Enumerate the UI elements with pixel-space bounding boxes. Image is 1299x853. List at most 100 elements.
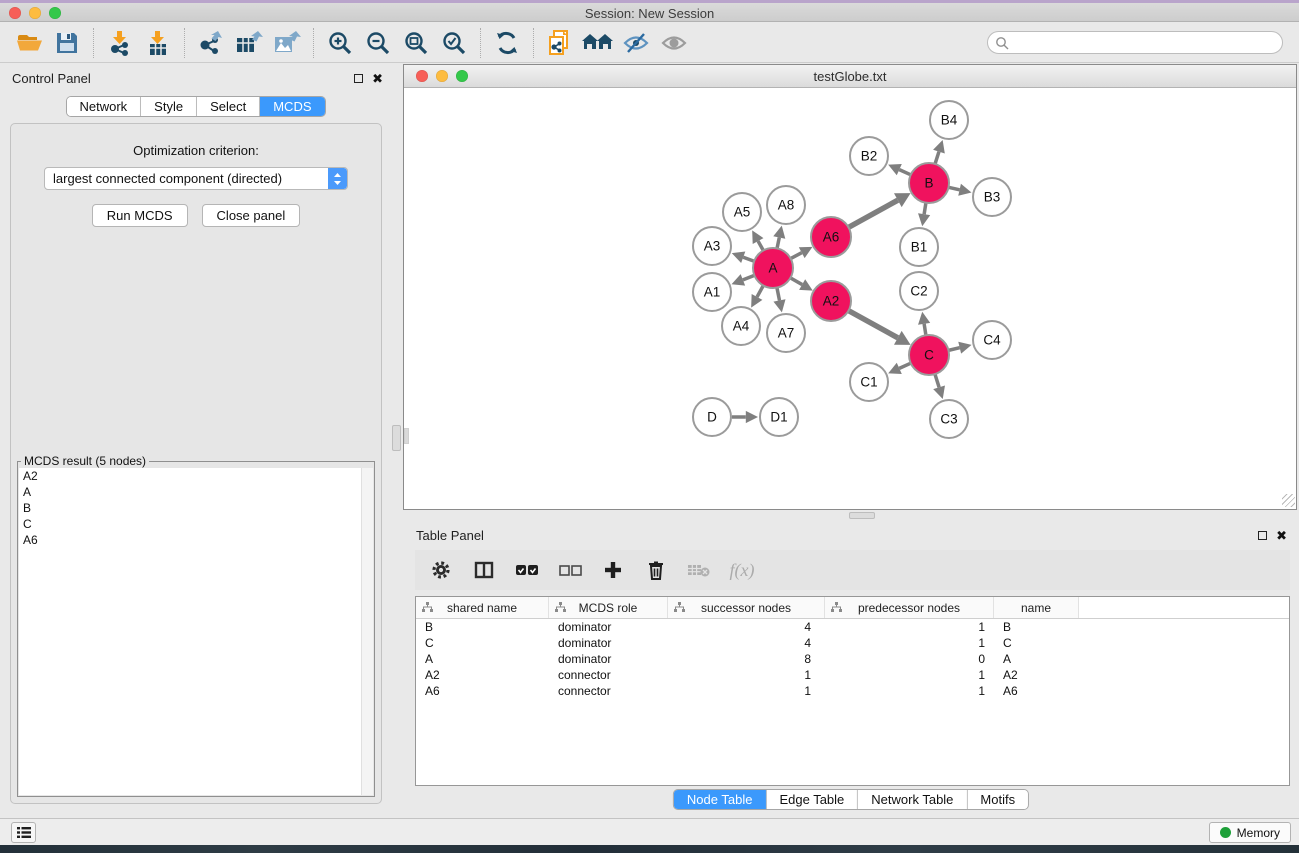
search-box[interactable] bbox=[987, 31, 1283, 54]
mcds-result-item[interactable]: A6 bbox=[19, 532, 373, 548]
close-panel-button[interactable]: Close panel bbox=[202, 204, 301, 227]
first-neighbors-button[interactable] bbox=[579, 26, 617, 60]
add-column-button[interactable] bbox=[596, 555, 630, 585]
tab-select[interactable]: Select bbox=[197, 97, 260, 116]
canvas-scroll-mark[interactable] bbox=[404, 428, 409, 444]
table-cell: dominator bbox=[549, 636, 668, 650]
delete-column-button[interactable] bbox=[639, 555, 673, 585]
edge-B-B4[interactable] bbox=[935, 152, 939, 164]
edge-B-B1[interactable] bbox=[924, 203, 926, 214]
select-all-button[interactable] bbox=[510, 555, 544, 585]
edge-A-A4[interactable] bbox=[757, 286, 763, 297]
close-table-panel-icon[interactable]: ✖ bbox=[1276, 529, 1287, 542]
float-panel-icon[interactable] bbox=[354, 74, 363, 83]
table-row[interactable]: A2connector11A2 bbox=[416, 667, 1289, 683]
network-canvas[interactable]: B4B2BB3A8A5A6B1A3AA1C2A2A4A7C4CC1C3DD1 bbox=[404, 88, 1296, 508]
edge-A2-C[interactable] bbox=[849, 311, 898, 338]
run-mcds-button[interactable]: Run MCDS bbox=[92, 204, 188, 227]
column-header-mcds-role[interactable]: MCDS role bbox=[549, 597, 668, 618]
table-cell: A6 bbox=[416, 684, 549, 698]
search-input[interactable] bbox=[1014, 36, 1264, 50]
column-header-shared-name[interactable]: shared name bbox=[416, 597, 549, 618]
refresh-button[interactable] bbox=[488, 26, 526, 60]
tab-style[interactable]: Style bbox=[141, 97, 197, 116]
tab-network[interactable]: Network bbox=[66, 97, 141, 116]
edge-C-C2[interactable] bbox=[924, 324, 926, 335]
resize-grip[interactable] bbox=[1282, 494, 1295, 507]
table-row[interactable]: A6connector11A6 bbox=[416, 683, 1289, 699]
edge-C-C1[interactable] bbox=[899, 363, 910, 368]
horizontal-splitter-handle[interactable] bbox=[849, 512, 875, 519]
table-cell: 0 bbox=[825, 652, 994, 666]
edge-A-A5[interactable] bbox=[758, 241, 763, 250]
open-file-button[interactable] bbox=[10, 26, 48, 60]
table-row[interactable]: Cdominator41C bbox=[416, 635, 1289, 651]
edge-arrowhead bbox=[933, 385, 945, 398]
edge-A-A2[interactable] bbox=[790, 278, 802, 285]
mcds-result-item[interactable]: B bbox=[19, 500, 373, 516]
deselect-all-button[interactable] bbox=[553, 555, 587, 585]
table-row[interactable]: Adominator80A bbox=[416, 651, 1289, 667]
desktop-strip bbox=[0, 845, 1299, 853]
export-table-button[interactable] bbox=[230, 26, 268, 60]
import-table-button[interactable] bbox=[139, 26, 177, 60]
edge-A-A8[interactable] bbox=[777, 238, 779, 249]
tab-node-table[interactable]: Node Table bbox=[674, 790, 767, 809]
edge-arrowhead bbox=[773, 226, 785, 239]
edge-C-C3[interactable] bbox=[935, 374, 939, 387]
network-graph[interactable]: B4B2BB3A8A5A6B1A3AA1C2A2A4A7C4CC1C3DD1 bbox=[404, 88, 1295, 508]
horizontal-splitter[interactable] bbox=[403, 511, 1299, 520]
list-scrollbar[interactable] bbox=[361, 468, 373, 795]
memory-button[interactable]: Memory bbox=[1209, 822, 1291, 843]
new-network-from-selection-button[interactable] bbox=[541, 26, 579, 60]
export-image-button[interactable] bbox=[268, 26, 306, 60]
toolbar-separator bbox=[313, 28, 314, 58]
mcds-result-item[interactable]: C bbox=[19, 516, 373, 532]
import-network-button[interactable] bbox=[101, 26, 139, 60]
split-panel-button[interactable] bbox=[467, 555, 501, 585]
edge-A-A6[interactable] bbox=[791, 253, 802, 259]
table-settings-button[interactable] bbox=[424, 555, 458, 585]
edge-C-C4[interactable] bbox=[948, 348, 959, 351]
delete-table-button[interactable] bbox=[682, 555, 716, 585]
column-header-name[interactable]: name bbox=[994, 597, 1079, 618]
zoom-fit-button[interactable] bbox=[397, 26, 435, 60]
show-graphics-details-button[interactable] bbox=[655, 26, 693, 60]
save-session-button[interactable] bbox=[48, 26, 86, 60]
table-row[interactable]: Bdominator41B bbox=[416, 619, 1289, 635]
edge-A-A3[interactable] bbox=[743, 257, 754, 261]
mcds-result-item[interactable]: A2 bbox=[19, 468, 373, 484]
mcds-result-list[interactable]: A2ABCA6 bbox=[19, 468, 373, 795]
tab-motifs[interactable]: Motifs bbox=[967, 790, 1028, 809]
float-table-panel-icon[interactable] bbox=[1258, 531, 1267, 540]
edge-A6-B[interactable] bbox=[849, 200, 898, 227]
column-header-successor-nodes[interactable]: successor nodes bbox=[668, 597, 825, 618]
table-cell: 1 bbox=[668, 684, 825, 698]
tab-network-table[interactable]: Network Table bbox=[858, 790, 967, 809]
criterion-select[interactable]: largest connected component (directed) bbox=[44, 167, 348, 190]
close-panel-icon[interactable]: ✖ bbox=[372, 72, 383, 85]
tab-mcds[interactable]: MCDS bbox=[260, 97, 324, 116]
edge-A-A1[interactable] bbox=[743, 275, 754, 280]
hide-graphics-details-button[interactable] bbox=[617, 26, 655, 60]
edge-B-B2[interactable] bbox=[899, 170, 910, 175]
edge-arrowhead bbox=[918, 213, 930, 226]
tab-edge-table[interactable]: Edge Table bbox=[766, 790, 858, 809]
vertical-splitter-handle[interactable] bbox=[392, 425, 401, 451]
export-image-icon bbox=[273, 30, 301, 56]
network-window-titlebar[interactable]: testGlobe.txt bbox=[404, 65, 1296, 88]
export-network-button[interactable] bbox=[192, 26, 230, 60]
zoom-in-button[interactable] bbox=[321, 26, 359, 60]
zoom-out-button[interactable] bbox=[359, 26, 397, 60]
control-panel-title: Control Panel bbox=[12, 71, 91, 86]
function-builder-button[interactable]: f(x) bbox=[725, 555, 759, 585]
node-table[interactable]: shared name MCDS role successor nodes bbox=[415, 596, 1290, 786]
column-header-predecessor-nodes[interactable]: predecessor nodes bbox=[825, 597, 994, 618]
show-panel-button[interactable] bbox=[11, 822, 36, 843]
edge-B-B3[interactable] bbox=[949, 187, 960, 189]
zoom-selected-button[interactable] bbox=[435, 26, 473, 60]
edge-A-A7[interactable] bbox=[777, 288, 780, 301]
titlebar[interactable]: Session: New Session bbox=[0, 3, 1299, 22]
mcds-result-item[interactable]: A bbox=[19, 484, 373, 500]
vertical-splitter[interactable] bbox=[391, 63, 403, 818]
